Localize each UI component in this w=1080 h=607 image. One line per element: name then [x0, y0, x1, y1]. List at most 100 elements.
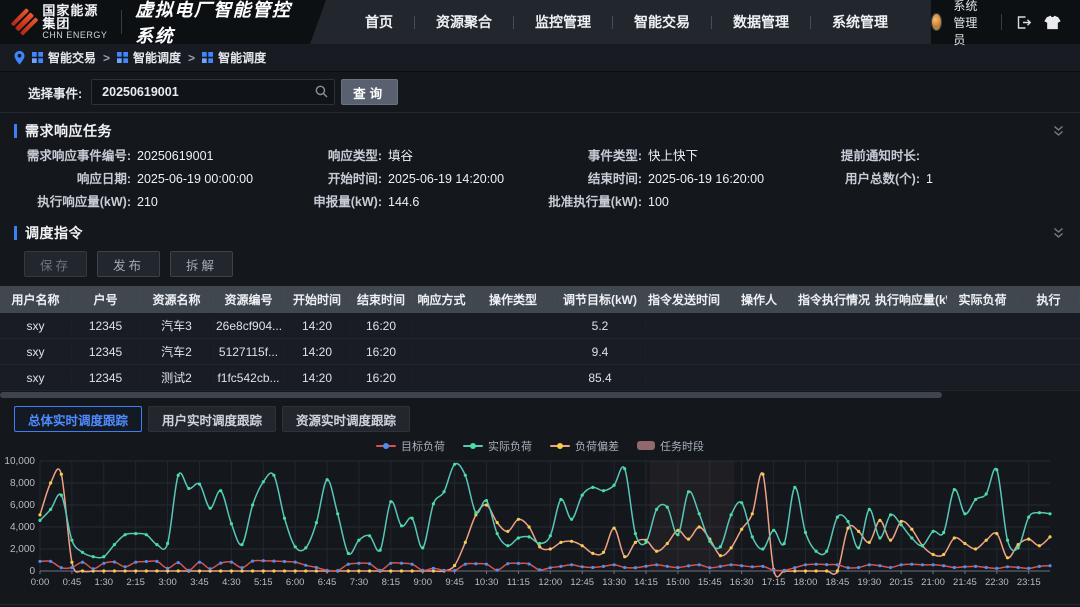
field-label: 响应日期:	[0, 172, 131, 186]
section-accent-bar	[14, 226, 17, 240]
breadcrumb-item-2[interactable]: 智能调度	[117, 49, 181, 66]
event-select-input[interactable]	[91, 79, 335, 105]
breadcrumb-label: 智能交易	[48, 49, 96, 66]
svg-text:9:45: 9:45	[445, 577, 464, 588]
tab-overall[interactable]: 总体实时调度跟踪	[14, 406, 142, 432]
table-row[interactable]: sxy12345汽车25127115f...14:2016:209.4	[0, 339, 1080, 365]
field-10: 申报量(kW):144.6	[278, 195, 546, 209]
scrollbar-thumb[interactable]	[0, 392, 942, 398]
table-header-cell[interactable]: 结束时间	[351, 291, 412, 308]
publish-button[interactable]: 发布	[97, 251, 160, 277]
company-name-en: CHN ENERGY	[42, 31, 108, 40]
field-8: 用户总数(个):1	[808, 172, 1080, 186]
legend-item[interactable]: 实际负荷	[463, 438, 532, 454]
field-label: 申报量(kW):	[278, 195, 382, 209]
theme-icon[interactable]	[1043, 14, 1062, 31]
svg-text:8:15: 8:15	[382, 577, 401, 588]
legend-line	[550, 445, 570, 447]
table-cell: 12345	[72, 371, 140, 385]
table-row[interactable]: sxy12345汽车326e8cf904...14:2016:205.2	[0, 313, 1080, 339]
table-cell: sxy	[0, 371, 72, 385]
legend-item[interactable]: 负荷偏差	[550, 438, 619, 454]
table-header-cell[interactable]: 资源编号	[214, 291, 284, 308]
table-header-cell[interactable]: 操作人	[723, 291, 796, 308]
table-header-cell[interactable]: 执行	[1018, 291, 1080, 308]
table-cell: 汽车2	[140, 343, 214, 360]
legend-marker	[557, 443, 563, 449]
user-avatar[interactable]	[931, 13, 942, 31]
svg-text:10:30: 10:30	[475, 577, 499, 588]
breadcrumb-separator: >	[103, 51, 110, 65]
svg-text:10,000: 10,000	[4, 456, 35, 467]
grid-icon	[202, 52, 213, 63]
table-cell: 12345	[72, 319, 140, 333]
nav-item-6[interactable]: 系统管理	[811, 12, 909, 32]
nav-item-3[interactable]: 监控管理	[514, 12, 612, 32]
table-header-cell[interactable]: 响应方式	[412, 291, 472, 308]
table-header-cell[interactable]: 指令执行情况	[796, 291, 873, 308]
company-name-cn: 国家能源集团	[42, 4, 108, 31]
series-实际负荷	[40, 464, 1050, 558]
svg-text:23:15: 23:15	[1017, 577, 1041, 588]
nav-item-5[interactable]: 数据管理	[712, 12, 810, 32]
svg-text:2:15: 2:15	[126, 577, 145, 588]
table-cell: 5127115f...	[214, 345, 284, 359]
tab-resource[interactable]: 资源实时调度跟踪	[282, 406, 410, 432]
svg-text:15:00: 15:00	[666, 577, 690, 588]
collapse-chevron-icon[interactable]	[1053, 227, 1064, 239]
breadcrumb-label: 智能调度	[133, 49, 181, 66]
svg-text:0: 0	[29, 566, 35, 577]
field-value: 210	[137, 195, 158, 209]
dispatch-section-title: 调度指令	[25, 223, 83, 243]
svg-text:1:30: 1:30	[95, 577, 114, 588]
event-select-label: 选择事件:	[28, 83, 82, 102]
table-header-cell[interactable]: 操作类型	[472, 291, 555, 308]
section-accent-bar	[14, 124, 17, 138]
tab-user[interactable]: 用户实时调度跟踪	[148, 406, 276, 432]
nav-item-4[interactable]: 智能交易	[613, 12, 711, 32]
nav-item-1[interactable]: 首页	[344, 12, 414, 32]
table-cell: 26e8cf904...	[214, 319, 284, 333]
legend-item[interactable]: 任务时段	[637, 438, 704, 454]
svg-text:11:15: 11:15	[507, 577, 530, 588]
logo-divider	[121, 10, 122, 34]
svg-text:13:30: 13:30	[602, 577, 626, 588]
field-4: 提前通知时长:	[808, 149, 1080, 163]
table-header-cell[interactable]: 指令发送时间	[646, 291, 723, 308]
table-header-cell[interactable]: 用户名称	[0, 291, 72, 308]
field-9: 执行响应量(kW):210	[0, 195, 278, 209]
svg-text:3:00: 3:00	[158, 577, 177, 588]
breadcrumb-item-1[interactable]: 智能交易	[32, 49, 96, 66]
query-bar: 选择事件: 查询	[0, 72, 1080, 113]
svg-text:17:15: 17:15	[762, 577, 786, 588]
nav-item-2[interactable]: 资源聚合	[415, 12, 513, 32]
dispatch-toolbar: 保存发布拆解	[0, 248, 1080, 286]
svg-text:4:30: 4:30	[222, 577, 241, 588]
table-h-scrollbar	[0, 391, 1080, 399]
chart-legend: 目标负荷 实际负荷 负荷偏差 任务时段	[0, 438, 1080, 453]
collapse-chevron-icon[interactable]	[1053, 125, 1064, 137]
svg-text:5:15: 5:15	[254, 577, 273, 588]
table-row[interactable]: sxy12345测试2f1fc542cb...14:2016:2085.4	[0, 365, 1080, 391]
query-button[interactable]: 查询	[341, 79, 398, 105]
table-header-cell[interactable]: 资源名称	[140, 291, 214, 308]
field-1: 需求响应事件编号:20250619001	[0, 149, 278, 163]
svg-text:15:45: 15:45	[698, 577, 722, 588]
table-header-cell[interactable]: 户号	[72, 291, 140, 308]
table-header-cell[interactable]: 实际负荷	[948, 291, 1018, 308]
field-label: 需求响应事件编号:	[0, 149, 131, 163]
tracking-tabs: 总体实时调度跟踪用户实时调度跟踪资源实时调度跟踪	[0, 399, 1080, 436]
main-chart: 0:000:451:302:153:003:454:305:156:006:45…	[0, 453, 1080, 601]
user-name: 系统管理员	[953, 0, 988, 48]
table-header-cell[interactable]: 开始时间	[284, 291, 351, 308]
save-button[interactable]: 保存	[24, 251, 87, 277]
decompose-button[interactable]: 拆解	[170, 251, 233, 277]
legend-marker	[383, 443, 389, 449]
legend-item[interactable]: 目标负荷	[376, 438, 445, 454]
dispatch-section: 调度指令 保存发布拆解 用户名称户号资源名称资源编号开始时间结束时间响应方式操作…	[0, 219, 1080, 399]
table-header-cell[interactable]: 执行响应量(kW)	[873, 291, 948, 308]
field-value: 快上快下	[648, 149, 698, 163]
breadcrumb-item-3[interactable]: 智能调度	[202, 49, 266, 66]
table-header-cell[interactable]: 调节目标(kW)	[555, 291, 646, 308]
logout-icon[interactable]	[1015, 14, 1032, 31]
